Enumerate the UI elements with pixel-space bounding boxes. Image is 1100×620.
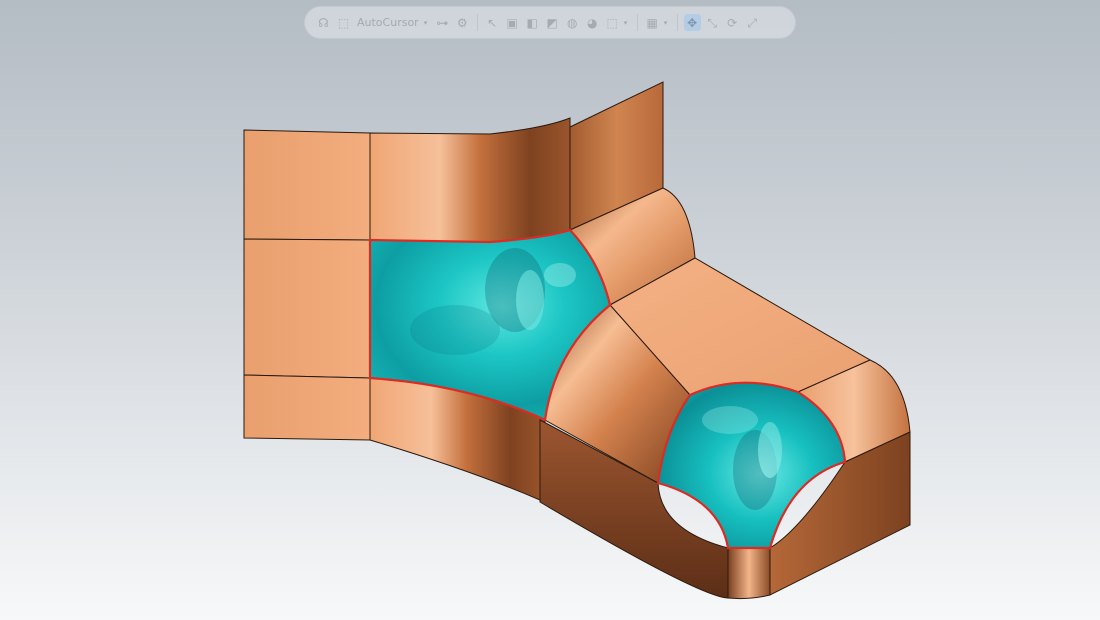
- left-flat-face-middle: [243, 238, 371, 379]
- left-flat-face-top: [243, 129, 371, 241]
- upper-curved-face: [369, 117, 571, 243]
- corner-edge-face: [727, 547, 771, 600]
- left-flat-face-bottom: [243, 374, 371, 441]
- 3d-viewport[interactable]: [0, 0, 1100, 620]
